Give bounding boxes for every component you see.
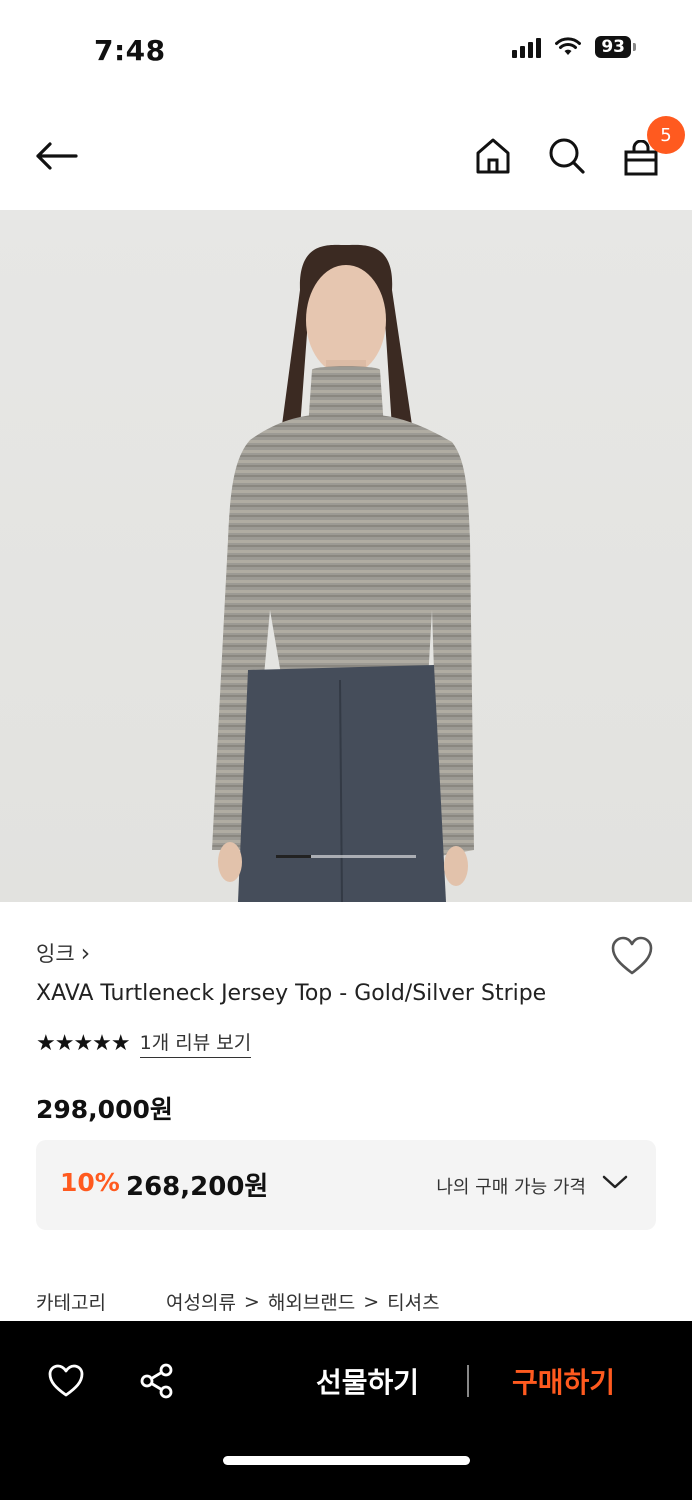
product-title: XAVA Turtleneck Jersey Top - Gold/Silver…: [36, 981, 547, 1006]
action-divider: [467, 1365, 469, 1397]
my-price-label: 나의 구매 가능 가격: [436, 1177, 586, 1198]
search-button[interactable]: [543, 132, 591, 180]
buy-button[interactable]: 구매하기: [512, 1361, 615, 1401]
discount-price: 268,200원: [126, 1172, 269, 1202]
original-price: 298,000원: [36, 1095, 173, 1124]
breadcrumb-separator-icon: >: [243, 1290, 260, 1313]
search-icon: [549, 138, 585, 174]
wifi-icon: [555, 37, 582, 55]
home-indicator[interactable]: [223, 1456, 470, 1465]
product-photo: [212, 244, 474, 902]
category-item[interactable]: 해외브랜드: [268, 1288, 355, 1315]
gift-button[interactable]: 선물하기: [316, 1361, 419, 1401]
cellular-signal-icon: [512, 36, 542, 58]
cart-button[interactable]: 5: [617, 116, 685, 182]
rating-stars: ★★★★★: [36, 1030, 131, 1056]
discount-percent: 10%: [60, 1168, 120, 1197]
bottom-wishlist-button[interactable]: [46, 1361, 86, 1401]
share-icon: [140, 1363, 173, 1399]
bottom-action-bar: 선물하기 구매하기: [0, 1321, 692, 1500]
heart-icon: [48, 1364, 84, 1397]
carousel-indicator: [276, 855, 416, 858]
category-item[interactable]: 티셔츠: [387, 1288, 439, 1315]
cart-count-badge: 5: [647, 116, 685, 154]
brand-link[interactable]: 잉크 ›: [36, 938, 90, 968]
battery-indicator: 93: [595, 36, 636, 58]
category-breadcrumb: 여성의류 > 해외브랜드 > 티셔츠: [166, 1288, 440, 1315]
category-item[interactable]: 여성의류: [166, 1288, 236, 1315]
category-row: 카테고리 여성의류 > 해외브랜드 > 티셔츠: [36, 1288, 440, 1315]
top-navigation: 5: [0, 110, 692, 210]
carousel-indicator-active: [276, 855, 311, 858]
home-icon: [476, 138, 510, 174]
product-image-carousel[interactable]: [0, 210, 692, 902]
back-button[interactable]: [32, 132, 80, 180]
review-link[interactable]: 1개 리뷰 보기: [139, 1028, 252, 1058]
share-button[interactable]: [137, 1361, 177, 1401]
heart-icon: [611, 936, 653, 975]
status-time: 7:48: [94, 34, 166, 67]
status-bar: 7:48 93: [0, 0, 692, 100]
breadcrumb-separator-icon: >: [363, 1290, 380, 1313]
status-icons: 93: [512, 36, 636, 58]
my-price-dropdown[interactable]: 10% 268,200원 나의 구매 가능 가격: [36, 1140, 656, 1230]
chevron-down-icon: [602, 1175, 628, 1189]
rating-row: ★★★★★ 1개 리뷰 보기: [36, 1028, 252, 1058]
wishlist-button[interactable]: [610, 936, 656, 978]
brand-name: 잉크: [36, 942, 75, 966]
battery-level: 93: [595, 36, 631, 58]
category-label: 카테고리: [36, 1292, 106, 1314]
chevron-right-icon: ›: [80, 939, 91, 967]
back-arrow-icon: [36, 142, 78, 170]
home-button[interactable]: [469, 132, 517, 180]
